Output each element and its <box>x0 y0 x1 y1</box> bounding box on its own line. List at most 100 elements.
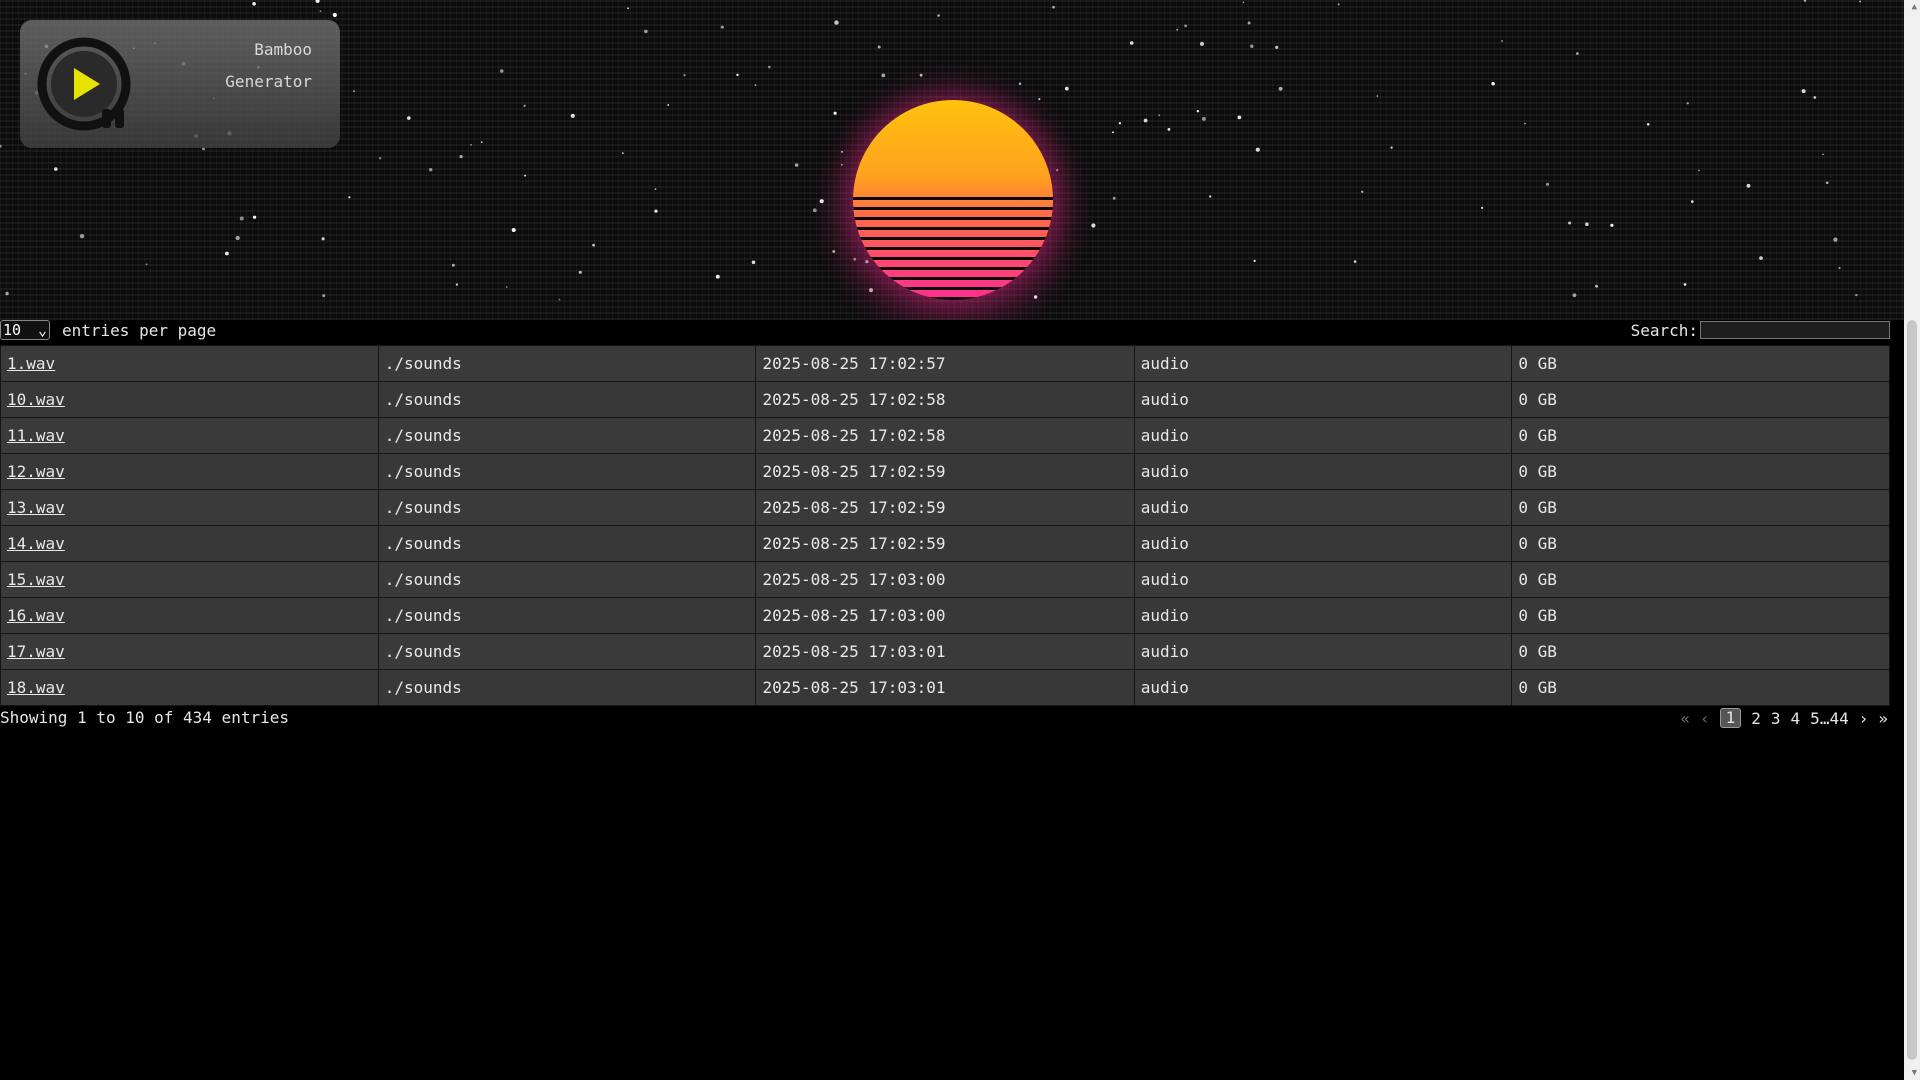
scrollbar-thumb[interactable] <box>1907 320 1917 1060</box>
file-size-cell: 0 GB <box>1511 561 1890 598</box>
logo-card[interactable]: Bamboo Generator <box>20 20 340 148</box>
star <box>506 286 508 288</box>
star <box>253 215 257 219</box>
star <box>1250 44 1254 48</box>
file-link[interactable]: 15.wav <box>7 570 65 589</box>
star <box>715 274 720 279</box>
star <box>768 65 771 69</box>
star <box>1481 206 1484 209</box>
file-table: 1.wav ./sounds 2025-08-25 17:02:57 audio 0 G… <box>0 345 1890 706</box>
star <box>1822 153 1824 156</box>
star <box>1052 5 1055 9</box>
chevron-down-icon: ⌄ <box>37 321 47 339</box>
scroll-down-icon[interactable]: ▼ <box>1912 1068 1917 1078</box>
star <box>578 270 582 274</box>
star <box>145 263 148 266</box>
table-row: 10.wav ./sounds 2025-08-25 17:02:58 audio 0 … <box>0 381 1890 418</box>
file-size-cell: 0 GB <box>1511 669 1890 706</box>
table-row: 16.wav ./sounds 2025-08-25 17:03:00 audio 0 … <box>0 597 1890 634</box>
file-size-cell: 0 GB <box>1511 597 1890 634</box>
file-path-cell: ./sounds <box>377 525 757 562</box>
star <box>322 294 326 298</box>
table-row: 1.wav ./sounds 2025-08-25 17:02:57 audio 0 G… <box>0 345 1890 382</box>
file-date-cell: 2025-08-25 17:03:00 <box>755 597 1135 634</box>
file-link[interactable]: 18.wav <box>7 678 65 697</box>
page-button-2[interactable]: 2 <box>1751 709 1761 728</box>
star <box>353 90 355 92</box>
star <box>1275 45 1279 50</box>
star <box>1545 182 1550 186</box>
star <box>654 209 658 213</box>
star <box>1585 222 1589 226</box>
file-link[interactable]: 11.wav <box>7 426 65 445</box>
file-link[interactable]: 17.wav <box>7 642 65 661</box>
star <box>1112 131 1114 134</box>
scroll-up-icon[interactable]: ▲ <box>1912 2 1917 12</box>
file-date-cell: 2025-08-25 17:02:59 <box>755 525 1135 562</box>
file-link[interactable]: 1.wav <box>7 354 55 373</box>
star <box>407 116 411 120</box>
star <box>1143 118 1148 123</box>
file-path-cell: ./sounds <box>377 345 757 382</box>
star <box>881 73 886 78</box>
star <box>54 167 58 171</box>
page-scrollbar[interactable]: ▲ ▼ <box>1904 0 1920 1080</box>
page-button-3[interactable]: 3 <box>1771 709 1781 728</box>
star <box>225 251 229 256</box>
first-page-button[interactable]: « <box>1680 709 1690 728</box>
file-name-cell: 1.wav <box>0 345 379 382</box>
star <box>1859 0 1861 3</box>
file-size-cell: 0 GB <box>1511 417 1890 454</box>
file-link[interactable]: 13.wav <box>7 498 65 517</box>
prev-page-button[interactable]: ‹ <box>1700 709 1710 728</box>
star <box>1576 52 1579 55</box>
entries-per-page-select[interactable]: 10 ⌄ <box>0 320 50 340</box>
play-circle-pause-icon <box>37 37 131 131</box>
file-date-cell: 2025-08-25 17:02:58 <box>755 417 1135 454</box>
star <box>1209 195 1212 198</box>
star <box>1698 169 1700 172</box>
star <box>1501 40 1503 42</box>
star <box>1361 190 1364 193</box>
star <box>1176 28 1179 31</box>
star <box>683 74 686 77</box>
page-button-5[interactable]: 5 <box>1810 709 1820 728</box>
star <box>1746 183 1751 188</box>
star <box>937 14 940 17</box>
table-row: 13.wav ./sounds 2025-08-25 17:02:59 audio 0 … <box>0 489 1890 526</box>
table-info: Showing 1 to 10 of 434 entries <box>0 708 289 727</box>
star <box>1255 147 1260 152</box>
page-button-1[interactable]: 1 <box>1719 708 1742 728</box>
star <box>348 196 351 199</box>
search-input[interactable] <box>1700 321 1890 339</box>
last-page-button[interactable]: » <box>1878 709 1888 728</box>
page-button-4[interactable]: 4 <box>1791 709 1801 728</box>
file-name-cell: 16.wav <box>0 597 379 634</box>
star <box>1390 146 1393 149</box>
file-link[interactable]: 10.wav <box>7 390 65 409</box>
file-type-cell: audio <box>1133 453 1513 490</box>
star <box>523 104 526 108</box>
star <box>877 45 881 49</box>
star <box>1237 115 1242 120</box>
file-link[interactable]: 14.wav <box>7 534 65 553</box>
file-name-cell: 17.wav <box>0 633 379 670</box>
star <box>1253 259 1256 262</box>
star <box>1091 223 1096 228</box>
page-button-44[interactable]: 44 <box>1829 709 1848 728</box>
length-control: 10 ⌄ entries per page <box>0 320 216 340</box>
star <box>511 228 516 232</box>
pagination: « ‹ 1 2 3 4 5 … 44 › » <box>1680 708 1888 728</box>
file-date-cell: 2025-08-25 17:02:58 <box>755 381 1135 418</box>
star <box>720 25 724 29</box>
file-name-cell: 10.wav <box>0 381 379 418</box>
file-link[interactable]: 16.wav <box>7 606 65 625</box>
file-link[interactable]: 12.wav <box>7 462 65 481</box>
star <box>1686 102 1689 105</box>
star <box>751 260 756 265</box>
next-page-button[interactable]: › <box>1859 709 1869 728</box>
star <box>736 73 739 77</box>
file-name-cell: 13.wav <box>0 489 379 526</box>
star <box>1196 110 1200 113</box>
file-date-cell: 2025-08-25 17:02:59 <box>755 489 1135 526</box>
